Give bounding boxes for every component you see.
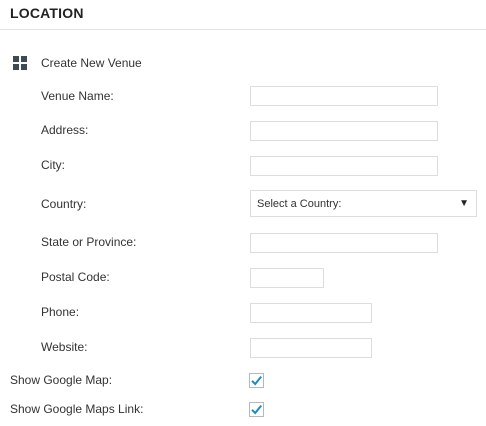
country-select-value: Select a Country:	[257, 197, 342, 210]
show-google-maps-link-checkbox[interactable]	[249, 402, 264, 417]
city-label: City:	[41, 158, 65, 172]
address-label: Address:	[41, 123, 89, 137]
show-google-maps-link-label: Show Google Maps Link:	[10, 402, 144, 416]
show-google-map-label: Show Google Map:	[10, 373, 113, 387]
website-input[interactable]	[250, 338, 372, 358]
venue-name-label: Venue Name:	[41, 89, 114, 103]
phone-input[interactable]	[250, 303, 372, 323]
venue-name-input[interactable]	[250, 86, 438, 106]
postal-code-input[interactable]	[250, 268, 324, 288]
show-google-map-checkbox[interactable]	[249, 373, 264, 388]
state-label: State or Province:	[41, 235, 137, 249]
city-input[interactable]	[250, 156, 438, 176]
country-label: Country:	[41, 197, 87, 211]
phone-label: Phone:	[41, 305, 80, 319]
create-venue-label: Create New Venue	[41, 56, 142, 70]
website-label: Website:	[41, 340, 88, 354]
state-input[interactable]	[250, 233, 438, 253]
checkmark-icon	[251, 375, 262, 386]
country-select[interactable]: Select a Country: ▼	[250, 190, 477, 217]
section-title: LOCATION	[10, 5, 84, 21]
checkmark-icon	[251, 404, 262, 415]
create-venue-header: Create New Venue	[13, 55, 142, 71]
postal-code-label: Postal Code:	[41, 270, 110, 284]
section-divider	[0, 29, 486, 30]
address-input[interactable]	[250, 121, 438, 141]
grid-icon	[13, 56, 27, 70]
dropdown-arrow-icon: ▼	[459, 198, 469, 209]
